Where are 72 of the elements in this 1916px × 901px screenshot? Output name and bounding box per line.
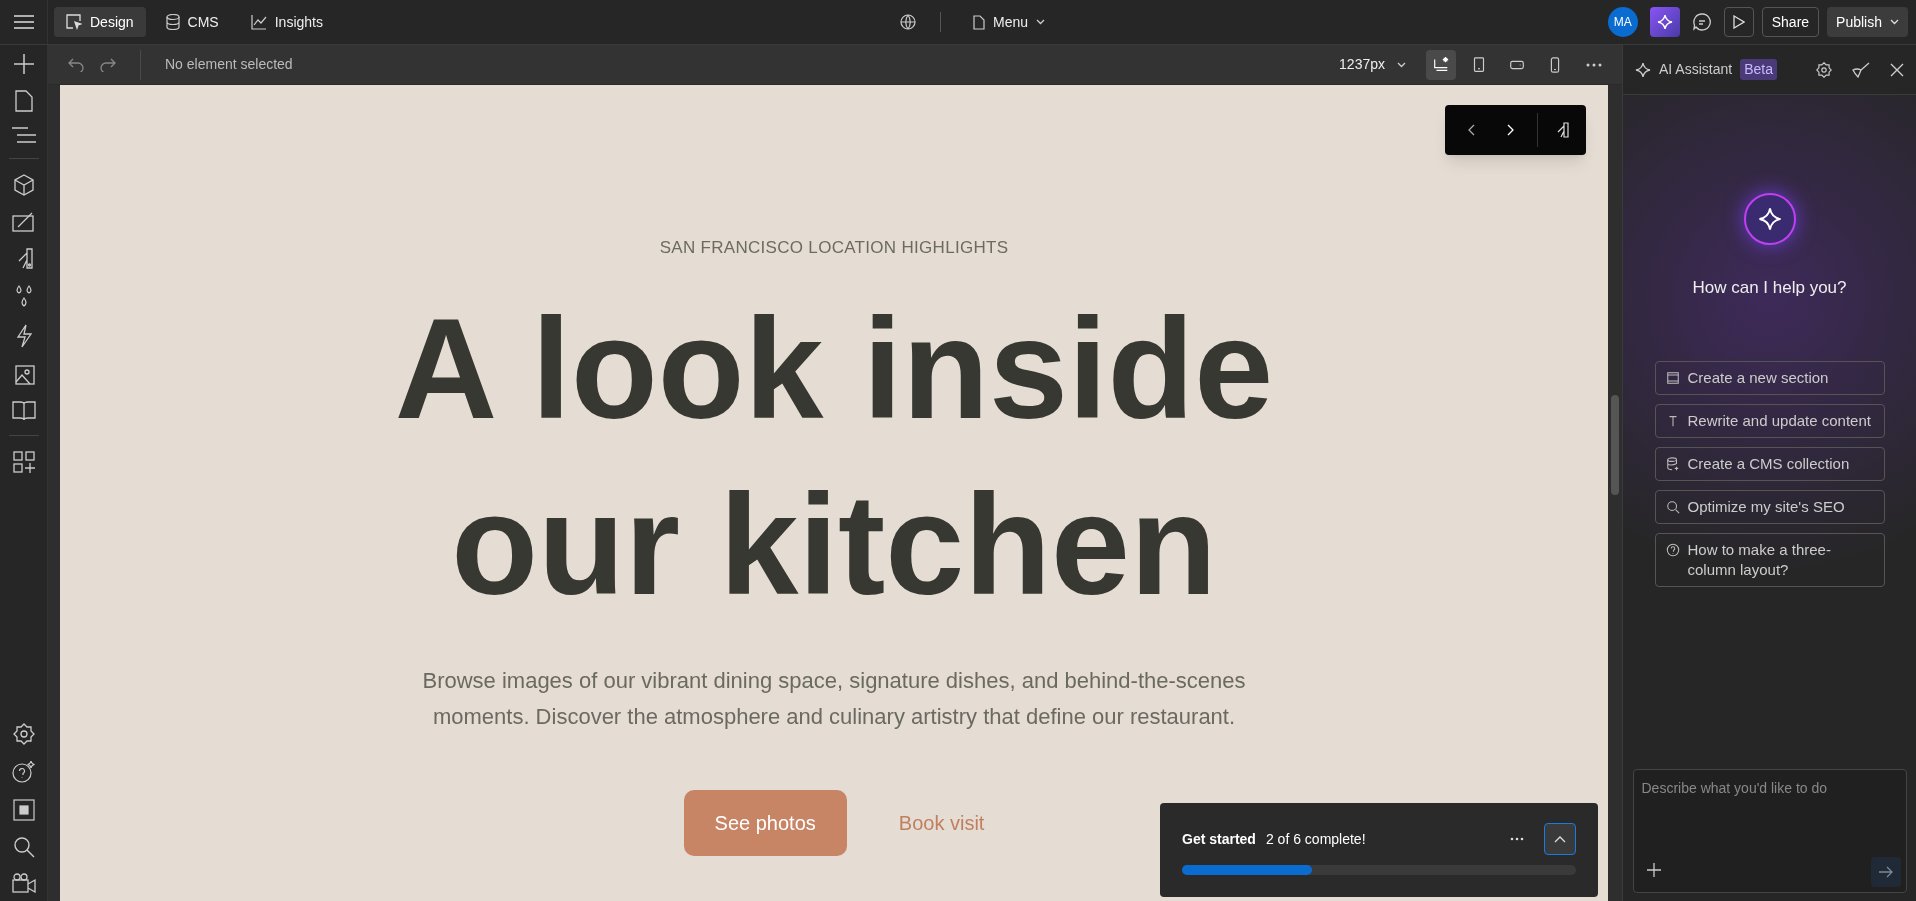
- arrow-right-icon: [1878, 866, 1893, 878]
- video-camera-icon[interactable]: [11, 873, 36, 893]
- send-button[interactable]: [1870, 857, 1901, 887]
- chevron-down-icon: [1890, 19, 1899, 25]
- get-started-title: Get started: [1182, 829, 1256, 849]
- close-icon[interactable]: [1890, 62, 1904, 77]
- chevron-down-icon: [1036, 19, 1046, 25]
- breakpoint-button[interactable]: [1426, 49, 1456, 80]
- beta-badge: Beta: [1740, 59, 1777, 80]
- user-avatar[interactable]: MA: [1607, 7, 1638, 37]
- suggestion-button[interactable]: Create a new section: [1654, 360, 1885, 395]
- intro-paragraph: Browse images of our vibrant dining space, signature dishes, and behind-the-scenes moments. Discover the atmosphere and culinary artistry that define our restaurant.: [421, 666, 1247, 731]
- undo-icon[interactable]: [68, 57, 84, 72]
- page-icon[interactable]: [14, 90, 33, 112]
- page-icon: [973, 14, 985, 30]
- suggestion-button[interactable]: Rewrite and update content: [1654, 403, 1885, 438]
- scrollbar-thumb[interactable]: [1611, 395, 1619, 495]
- search-icon[interactable]: [12, 836, 35, 858]
- broom-icon[interactable]: [1852, 61, 1870, 78]
- sparkle-icon: [1635, 61, 1651, 78]
- ai-assistant-button[interactable]: [1649, 7, 1680, 37]
- chevron-down-icon: [1397, 61, 1406, 68]
- paint-swatch-icon[interactable]: [1555, 122, 1571, 138]
- assistant-greeting: How can I help you?: [1692, 277, 1847, 299]
- prompt-field[interactable]: Describe what you'd like to do: [1632, 769, 1907, 893]
- settings-icon[interactable]: [1816, 61, 1832, 78]
- navigator-icon[interactable]: [11, 127, 36, 143]
- sparkle-icon: [1757, 207, 1782, 231]
- apps-add-icon[interactable]: [12, 451, 35, 473]
- hero-heading-line: A look inside: [394, 287, 1274, 450]
- share-button[interactable]: Share: [1761, 7, 1820, 37]
- help-sparkle-icon[interactable]: [11, 760, 36, 784]
- cursor-frame-icon: [66, 14, 82, 30]
- settings-icon[interactable]: [12, 723, 35, 745]
- globe-icon[interactable]: [900, 14, 916, 30]
- workspace-tab[interactable]: CMS: [153, 7, 231, 37]
- redo-icon[interactable]: [100, 57, 116, 72]
- help-icon: [1665, 542, 1680, 557]
- add-icon[interactable]: [12, 53, 35, 75]
- more-icon[interactable]: [1586, 62, 1602, 67]
- progress-text: 2 of 6 complete!: [1265, 829, 1366, 849]
- panel-title: AI Assistant: [1659, 60, 1733, 79]
- chevron-right-icon[interactable]: [1507, 124, 1515, 136]
- section-icon: [1665, 370, 1680, 385]
- suggestion-button[interactable]: How to make a three-column layout?: [1654, 532, 1885, 587]
- add-icon[interactable]: [1646, 863, 1661, 877]
- database-add-icon: [1665, 456, 1680, 471]
- page-menu-button[interactable]: Menu: [965, 7, 1054, 37]
- collapse-button[interactable]: [1544, 823, 1576, 855]
- workspace-tab[interactable]: Insights: [238, 7, 335, 37]
- menu-icon[interactable]: [13, 14, 34, 30]
- more-icon[interactable]: [1510, 837, 1524, 841]
- workspace-tab[interactable]: Design: [54, 7, 146, 37]
- sparkle-icon: [1656, 14, 1673, 30]
- line-chart-icon: [250, 14, 267, 30]
- cube-icon[interactable]: [12, 174, 35, 196]
- section-eyebrow: SAN FRANCISCO LOCATION HIGHLIGHTS: [659, 237, 1009, 259]
- preview-button[interactable]: [1723, 7, 1754, 37]
- publish-button[interactable]: Publish: [1827, 7, 1908, 37]
- book-icon[interactable]: [11, 400, 36, 420]
- play-icon: [1732, 15, 1745, 29]
- database-icon: [165, 14, 180, 30]
- suggestion-button[interactable]: Optimize my site's SEO: [1654, 489, 1885, 524]
- hero-heading-line: our kitchen: [451, 463, 1217, 626]
- chevron-left-icon[interactable]: [1467, 124, 1475, 136]
- search-icon: [1665, 499, 1680, 514]
- stop-icon[interactable]: [12, 799, 35, 821]
- suggestion-button[interactable]: Create a CMS collection: [1654, 446, 1885, 481]
- comment-icon[interactable]: [1691, 12, 1712, 32]
- chevron-up-icon: [1554, 835, 1566, 843]
- canvas-width-dropdown[interactable]: 1237px: [1339, 54, 1406, 75]
- selection-status: No element selected: [165, 55, 293, 74]
